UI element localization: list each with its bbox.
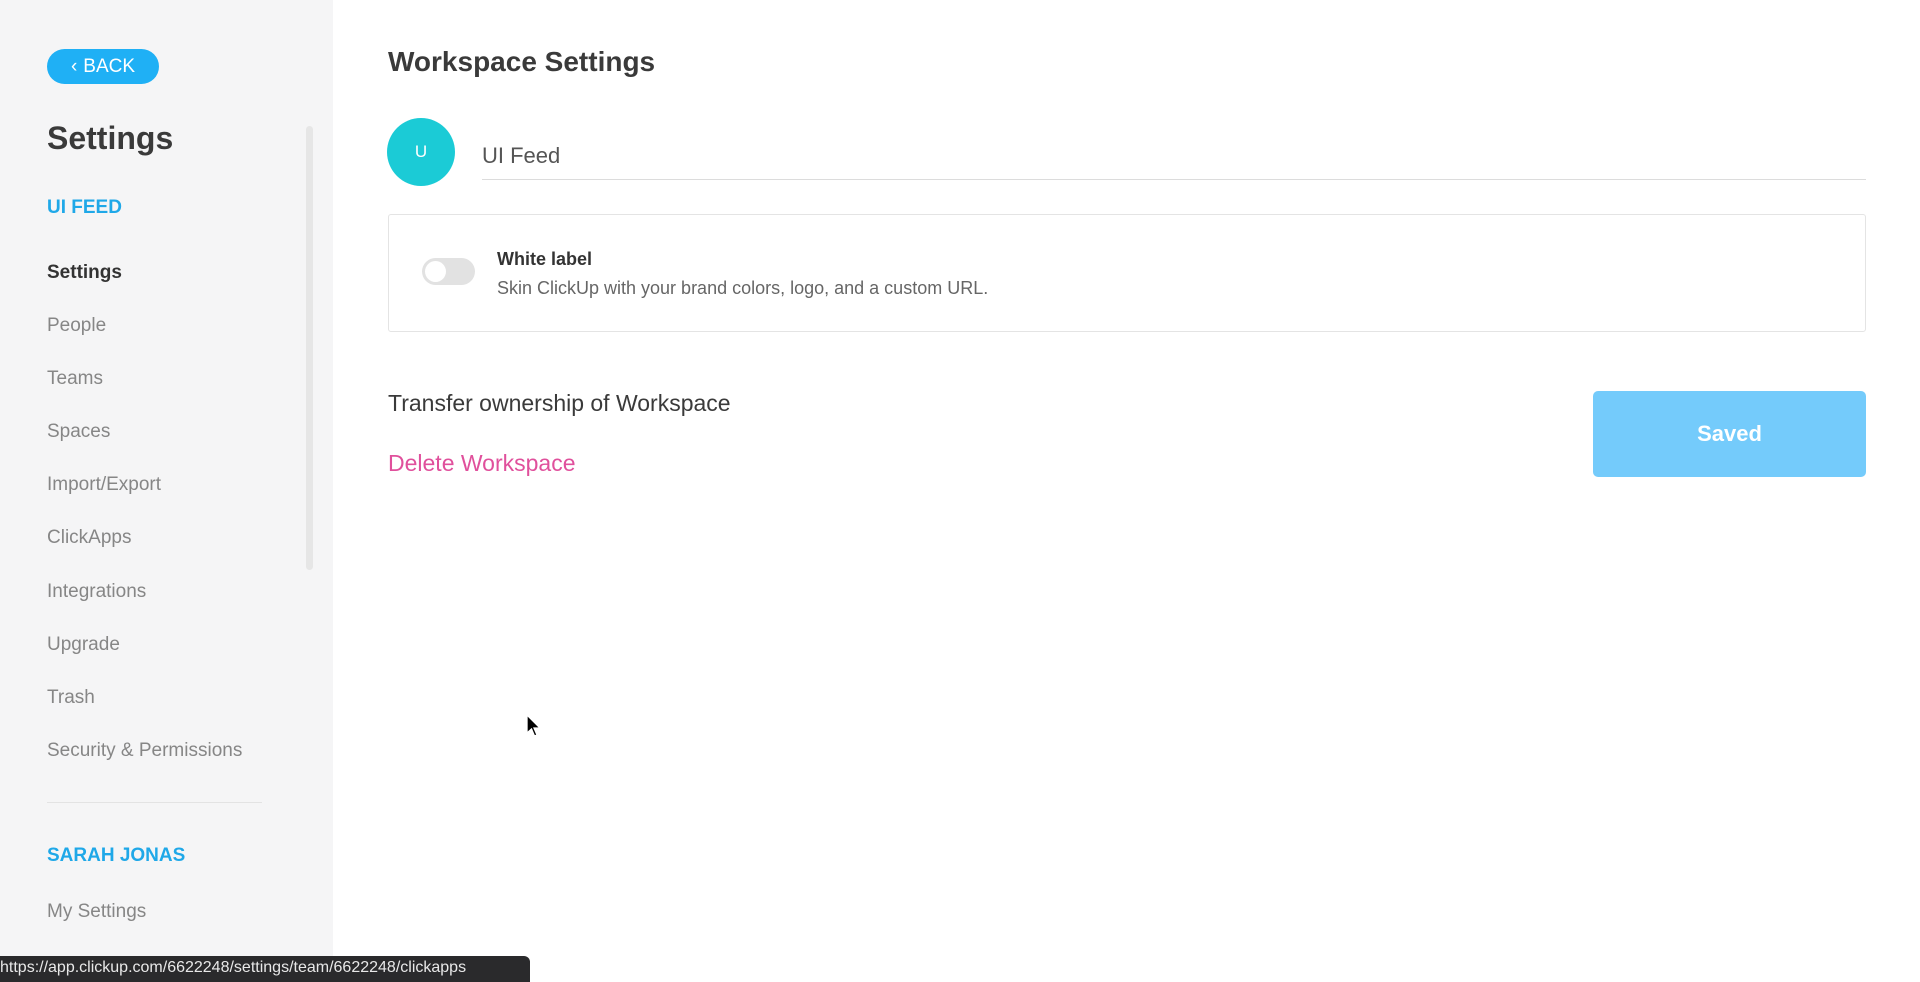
status-bar-url: https://app.clickup.com/6622248/settings… xyxy=(0,956,530,982)
sidebar-item-upgrade[interactable]: Upgrade xyxy=(47,634,120,656)
divider xyxy=(47,802,262,803)
white-label-toggle[interactable] xyxy=(422,258,475,285)
sidebar-item-teams[interactable]: Teams xyxy=(47,368,103,390)
user-section-label: SARAH JONAS xyxy=(47,845,186,866)
transfer-ownership-link[interactable]: Transfer ownership of Workspace xyxy=(388,390,731,417)
delete-workspace-link[interactable]: Delete Workspace xyxy=(388,450,576,477)
sidebar: ‹ BACK Settings UI FEED Settings People T… xyxy=(0,0,333,982)
sidebar-item-spaces[interactable]: Spaces xyxy=(47,421,110,443)
cursor-icon xyxy=(526,714,542,737)
workspace-avatar[interactable]: U xyxy=(387,118,455,186)
white-label-title: White label xyxy=(497,249,593,269)
sidebar-item-import-export[interactable]: Import/Export xyxy=(47,474,161,496)
sidebar-item-settings[interactable]: Settings xyxy=(47,262,122,284)
sidebar-item-my-settings[interactable]: My Settings xyxy=(47,901,146,923)
page-title: Workspace Settings xyxy=(388,46,656,77)
back-button[interactable]: ‹ BACK xyxy=(47,49,159,84)
white-label-description: Skin ClickUp with your brand colors, log… xyxy=(497,278,989,298)
sidebar-item-trash[interactable]: Trash xyxy=(47,687,95,709)
sidebar-item-integrations[interactable]: Integrations xyxy=(47,581,146,603)
workspace-section-label: UI FEED xyxy=(47,197,122,218)
sidebar-title: Settings xyxy=(47,120,174,156)
saved-button[interactable]: Saved xyxy=(1593,391,1866,477)
sidebar-item-security[interactable]: Security & Permissions xyxy=(47,740,242,762)
sidebar-scrollbar[interactable] xyxy=(306,126,313,570)
sidebar-item-people[interactable]: People xyxy=(47,315,106,337)
chevron-left-icon: ‹ xyxy=(70,55,78,77)
sidebar-item-clickapps[interactable]: ClickApps xyxy=(47,527,131,549)
white-label-card: White label Skin ClickUp with your brand… xyxy=(388,214,1866,332)
workspace-name-input[interactable] xyxy=(482,132,1866,180)
